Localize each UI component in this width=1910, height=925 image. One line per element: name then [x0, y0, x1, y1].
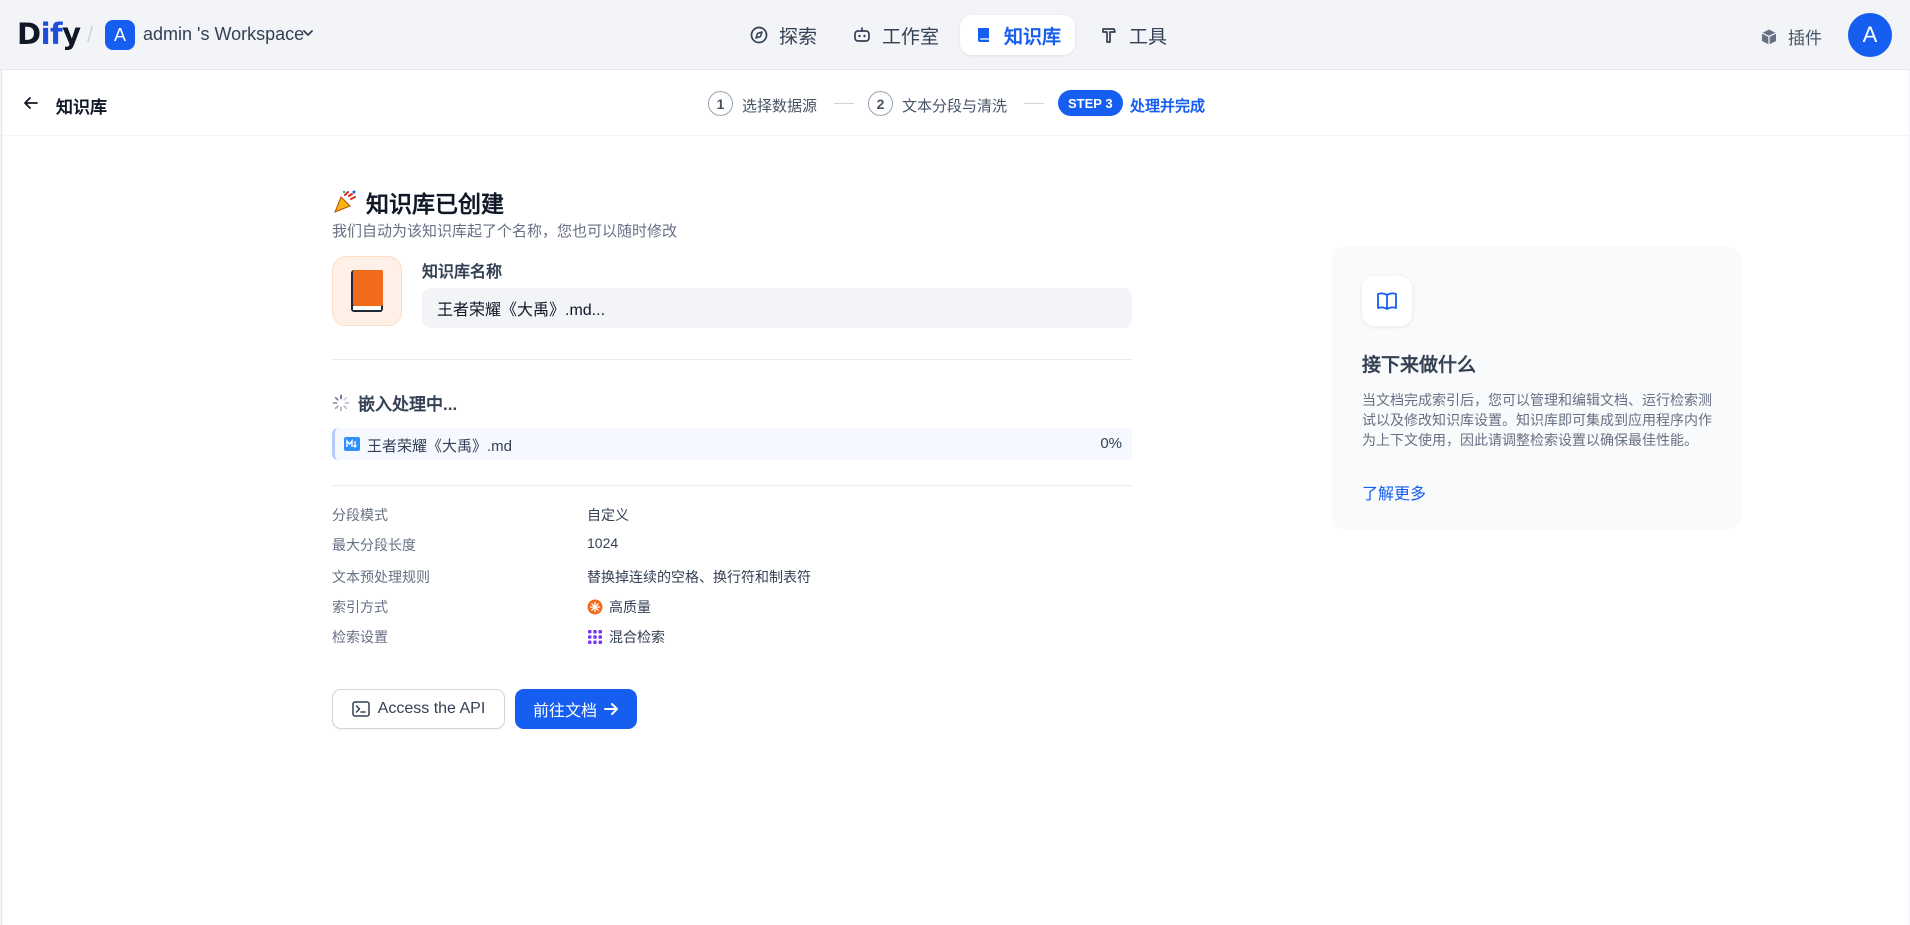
hammer-icon [1102, 28, 1116, 43]
knowledge-name-input[interactable] [422, 288, 1132, 328]
step-header: 知识库 1 选择数据源 2 文本分段与清洗 STEP 3 处理并完成 [2, 70, 1910, 136]
nav-knowledge[interactable]: 知识库 [960, 15, 1076, 55]
markdown-file-icon [344, 437, 360, 451]
meta-label-segment-mode: 分段模式 [332, 507, 388, 523]
whats-next-icon-box [1362, 276, 1412, 326]
embedding-file-name: 王者荣耀《大禹》.md [367, 438, 513, 455]
meta-label-index-mode: 索引方式 [332, 599, 388, 615]
back-to-knowledge[interactable]: 知识库 [56, 93, 107, 118]
access-api-label: Access the API [377, 700, 486, 717]
meta-value-text: 混合检索 [609, 629, 665, 645]
whats-next-card: 接下来做什么 当文档完成索引后，您可以管理和编辑文档、运行检索测试以及修改知识库… [1332, 246, 1742, 530]
divider [332, 485, 1132, 486]
embedding-status: 嵌入处理中... [332, 390, 457, 415]
orange-book-icon [351, 270, 383, 312]
arrow-left-icon[interactable] [22, 94, 40, 112]
meta-value-text: 自定义 [587, 507, 629, 523]
divider [332, 359, 1132, 360]
workspace-name[interactable]: admin 's Workspace [143, 24, 304, 45]
cube-icon [1761, 29, 1777, 44]
nav-tools-label: 工具 [1129, 26, 1168, 48]
top-header: Dify / A admin 's Workspace 探索 工作室 知识库 工… [0, 0, 1910, 70]
step-connector [834, 103, 854, 104]
meta-value-text: 高质量 [609, 599, 651, 615]
terminal-icon [351, 701, 370, 717]
compass-icon [750, 26, 768, 44]
hybrid-search-icon [588, 630, 602, 644]
nav-tools[interactable]: 工具 [1085, 15, 1181, 55]
embedding-status-text: 嵌入处理中... [358, 395, 458, 414]
step-3-badge: STEP 3 [1058, 90, 1123, 116]
page-title: 知识库已创建 [332, 185, 504, 219]
embedding-progress: 0% [1100, 435, 1122, 452]
chevron-down-icon[interactable] [302, 27, 314, 39]
loading-spinner-icon [332, 394, 350, 411]
learn-more-link[interactable]: 了解更多 [1362, 480, 1426, 504]
page-subtitle: 我们自动为该知识库起了个名称，您也可以随时修改 [332, 223, 678, 240]
party-popper-icon [334, 190, 356, 213]
robot-icon [854, 27, 870, 42]
step-2-number: 2 [868, 91, 893, 116]
workspace-avatar[interactable]: A [105, 20, 135, 50]
plugins-button[interactable]: 插件 [1760, 24, 1822, 49]
meta-label-preprocess: 文本预处理规则 [332, 569, 430, 585]
access-api-button[interactable]: Access the API [332, 689, 505, 729]
meta-value-text: 替换掉连续的空格、换行符和制表符 [587, 569, 811, 585]
book-icon [978, 28, 989, 42]
knowledge-name-label: 知识库名称 [422, 264, 503, 281]
nav-studio[interactable]: 工作室 [838, 15, 953, 55]
nav-studio-label: 工作室 [882, 26, 940, 48]
meta-value-segment-mode: 自定义 [587, 505, 629, 525]
step-3-label: 处理并完成 [1130, 98, 1206, 115]
meta-label-retrieval: 检索设置 [332, 629, 388, 645]
step-2-label: 文本分段与清洗 [902, 98, 1008, 115]
quality-icon [587, 599, 603, 615]
dify-logo[interactable]: Dify [17, 17, 81, 51]
meta-value-preprocess: 替换掉连续的空格、换行符和制表符 [587, 567, 811, 587]
whats-next-description: 当文档完成索引后，您可以管理和编辑文档、运行检索测试以及修改知识库设置。知识库即… [1362, 392, 1712, 448]
nav-knowledge-label: 知识库 [1004, 26, 1062, 48]
open-book-icon [1377, 292, 1397, 310]
go-to-documents-label: 前往文档 [532, 703, 597, 720]
meta-label-max-length: 最大分段长度 [332, 537, 416, 553]
nav-explore-label: 探索 [779, 26, 818, 48]
step-1-label: 选择数据源 [742, 98, 818, 115]
go-to-documents-button[interactable]: 前往文档 [515, 689, 637, 729]
meta-value-text: 1024 [587, 535, 619, 551]
step-connector [1024, 103, 1044, 104]
plugins-label: 插件 [1788, 29, 1822, 48]
workspace-separator: / [87, 22, 94, 47]
embedding-file-row: 王者荣耀《大禹》.md 0% [332, 428, 1132, 460]
main-panel: 知识库 1 选择数据源 2 文本分段与清洗 STEP 3 处理并完成 知识库已创… [1, 70, 1910, 925]
meta-value-max-length: 1024 [587, 535, 618, 551]
user-avatar[interactable]: A [1848, 13, 1892, 57]
meta-value-index-mode: 高质量 [587, 597, 651, 617]
arrow-right-icon [604, 703, 618, 715]
page-title-text: 知识库已创建 [366, 191, 504, 217]
step-1-number: 1 [708, 91, 733, 116]
knowledge-icon-picker[interactable] [332, 256, 402, 326]
meta-value-retrieval: 混合检索 [587, 627, 665, 647]
whats-next-title: 接下来做什么 [1362, 355, 1477, 376]
nav-explore[interactable]: 探索 [735, 15, 831, 55]
